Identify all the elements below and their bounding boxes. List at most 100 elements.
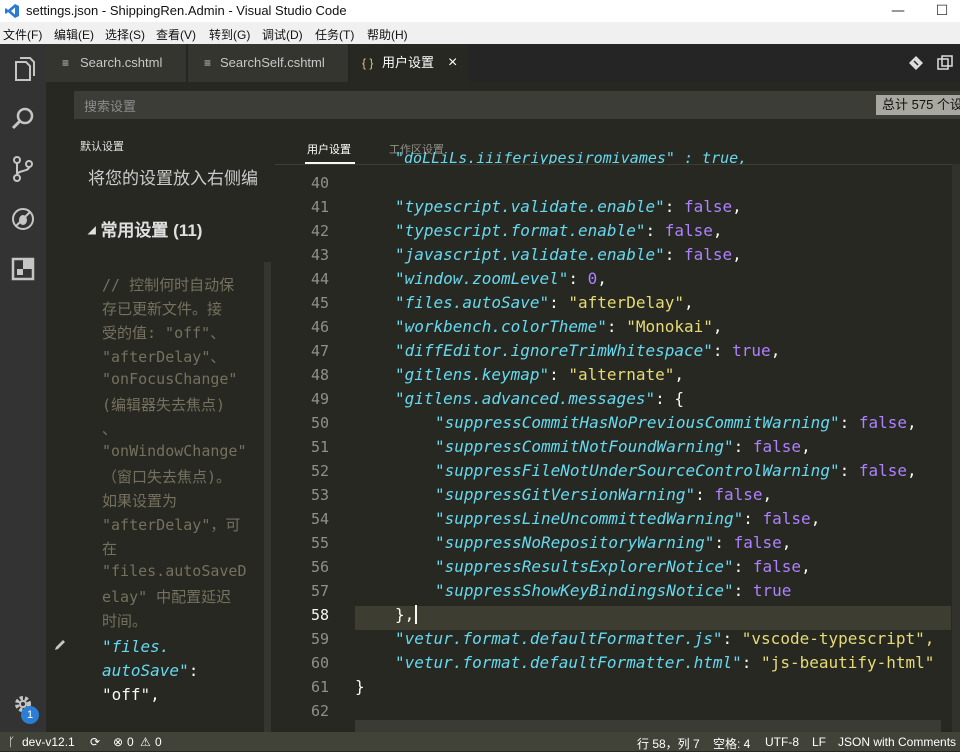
comment-line: "afterDelay"，可 xyxy=(102,516,241,534)
code-line[interactable]: "suppressShowKeyBindingsNotice": true xyxy=(435,581,791,600)
comma: , xyxy=(683,293,694,312)
encoding[interactable]: UTF-8 xyxy=(765,735,799,749)
json-value: false xyxy=(683,245,733,264)
colon: : xyxy=(549,365,569,384)
colon: : xyxy=(712,341,733,360)
code-line[interactable]: "vetur.format.defaultFormatter.html": "j… xyxy=(395,653,934,672)
git-branch[interactable]: dev-v12.1 xyxy=(22,735,75,749)
explorer-icon[interactable] xyxy=(8,54,38,84)
json-key: "diffEditor.ignoreTrimWhitespace" xyxy=(395,341,713,360)
tab-user-settings-target[interactable]: 用户设置 xyxy=(307,141,351,157)
code-line[interactable]: "javascript.validate.enable": false, xyxy=(395,245,742,264)
code-line[interactable]: "suppressResultsExplorerNotice": false, xyxy=(435,557,811,576)
end-of-line[interactable]: LF xyxy=(812,735,826,749)
code-line[interactable]: "suppressNoRepositoryWarning": false, xyxy=(435,533,791,552)
code-line[interactable]: } xyxy=(355,677,365,696)
error-count[interactable]: 0 xyxy=(127,735,134,749)
json-key: "suppressGitVersionWarning" xyxy=(435,485,696,504)
code-line[interactable]: "typescript.format.enable": false, xyxy=(395,221,723,240)
line-number: 48 xyxy=(310,366,329,384)
menu-go[interactable]: 转到(G) xyxy=(209,26,250,43)
menu-help[interactable]: 帮助(H) xyxy=(367,26,408,43)
colon: : xyxy=(733,557,753,576)
search-settings-input[interactable] xyxy=(74,91,886,121)
menu-view[interactable]: 查看(V) xyxy=(156,26,196,43)
language-mode[interactable]: JSON with Comments xyxy=(838,735,956,749)
extensions-icon[interactable] xyxy=(8,254,38,284)
sync-icon[interactable]: ⟳ xyxy=(90,735,100,749)
horizontal-scrollbar[interactable] xyxy=(355,720,941,732)
common-settings-group[interactable]: ◢ 常用设置 (11) xyxy=(88,216,202,241)
code-line[interactable]: "gitlens.advanced.messages": { xyxy=(395,389,684,408)
tab-search-cshtml[interactable]: ≡ Search.cshtml xyxy=(46,44,186,82)
json-key: "gitlens.keymap" xyxy=(395,365,550,384)
source-control-icon[interactable] xyxy=(8,154,38,184)
json-key: "suppressCommitHasNoPreviousCommitWarnin… xyxy=(435,413,840,432)
close-icon[interactable]: × xyxy=(448,44,457,82)
menu-debug[interactable]: 调试(D) xyxy=(262,26,303,43)
warning-count[interactable]: 0 xyxy=(155,735,162,749)
colon: : xyxy=(645,221,665,240)
json-key: "suppressNoRepositoryWarning" xyxy=(435,533,715,552)
comma: , xyxy=(762,485,773,504)
search-icon[interactable] xyxy=(8,104,38,134)
split-editor-icon[interactable] xyxy=(937,55,953,71)
menu-file[interactable]: 文件(F) xyxy=(3,26,42,43)
tab-searchself-cshtml[interactable]: ≡ SearchSelf.cshtml xyxy=(188,44,348,82)
line-number: 57 xyxy=(310,582,329,600)
branch-icon: ᚴ xyxy=(8,735,16,749)
tab-user-settings[interactable]: { } 用户设置 × xyxy=(350,44,468,82)
default-settings-hint: 将您的设置放入右侧编 xyxy=(88,169,258,188)
colon: : xyxy=(568,269,588,288)
comma: , xyxy=(810,509,821,528)
search-box xyxy=(74,91,960,121)
code-line[interactable]: "suppressCommitHasNoPreviousCommitWarnin… xyxy=(435,413,917,432)
vertical-scrollbar[interactable] xyxy=(952,164,960,732)
brace: } xyxy=(395,605,405,624)
json-key: "window.zoomLevel" xyxy=(395,269,569,288)
cursor-position[interactable]: 行 58，列 7 xyxy=(637,735,700,752)
editor-tab-bar: ≡ Search.cshtml ≡ SearchSelf.cshtml { } … xyxy=(46,44,960,82)
code-line[interactable]: "vetur.format.defaultFormatter.js": "vsc… xyxy=(395,629,934,648)
menu-tasks[interactable]: 任务(T) xyxy=(315,26,354,43)
comma: , xyxy=(781,533,792,552)
code-line[interactable]: "suppressCommitNotFoundWarning": false, xyxy=(435,437,811,456)
comma: , xyxy=(712,221,723,240)
code-line[interactable]: "window.zoomLevel": 0, xyxy=(395,269,607,288)
debug-icon[interactable] xyxy=(8,204,38,234)
code-line[interactable]: "suppressLineUncommittedWarning": false, xyxy=(435,509,820,528)
maximize-button[interactable]: ☐ xyxy=(920,0,960,22)
line-number: 61 xyxy=(310,678,329,696)
code-line[interactable]: "suppressFileNotUnderSourceControlWarnin… xyxy=(435,461,917,480)
setting-key: autoSave" xyxy=(102,661,189,680)
minimize-button[interactable]: — xyxy=(876,0,920,22)
vscode-logo-icon xyxy=(4,3,20,19)
colon: : xyxy=(664,245,684,264)
left-pane-scrollbar[interactable] xyxy=(264,262,271,732)
line-number: 42 xyxy=(310,222,329,240)
code-line[interactable]: }, xyxy=(395,605,418,624)
code-line[interactable]: "workbench.colorTheme": "Monokai", xyxy=(395,317,723,336)
current-line-highlight xyxy=(355,606,951,630)
edit-pencil-icon[interactable] xyxy=(52,637,68,653)
update-badge: 1 xyxy=(21,706,39,724)
menu-bar: 文件(F) 编辑(E) 选择(S) 查看(V) 转到(G) 调试(D) 任务(T… xyxy=(0,22,960,45)
code-line[interactable]: "diffEditor.ignoreTrimWhitespace": true, xyxy=(395,341,780,360)
code-line[interactable]: "gitlens.keymap": "alternate", xyxy=(395,365,684,384)
text-cursor xyxy=(415,605,418,624)
json-value: "Monokai" xyxy=(626,317,713,336)
json-key: "vetur.format.defaultFormatter.js" xyxy=(395,629,723,648)
indentation[interactable]: 空格: 4 xyxy=(713,735,750,752)
menu-edit[interactable]: 编辑(E) xyxy=(54,26,94,43)
line-number: 50 xyxy=(310,414,329,432)
open-changes-icon[interactable] xyxy=(908,55,924,71)
code-line[interactable]: "files.autoSave": "afterDelay", xyxy=(395,293,694,312)
active-tab-underline xyxy=(305,162,355,164)
code-line[interactable]: "typescript.validate.enable": false, xyxy=(395,197,742,216)
code-line[interactable]: "suppressGitVersionWarning": false, xyxy=(435,485,772,504)
colon: : xyxy=(839,461,859,480)
line-number: 51 xyxy=(310,438,329,456)
default-settings-header: 默认设置 xyxy=(80,141,124,153)
json-icon: { } xyxy=(362,56,374,70)
menu-selection[interactable]: 选择(S) xyxy=(105,26,145,43)
